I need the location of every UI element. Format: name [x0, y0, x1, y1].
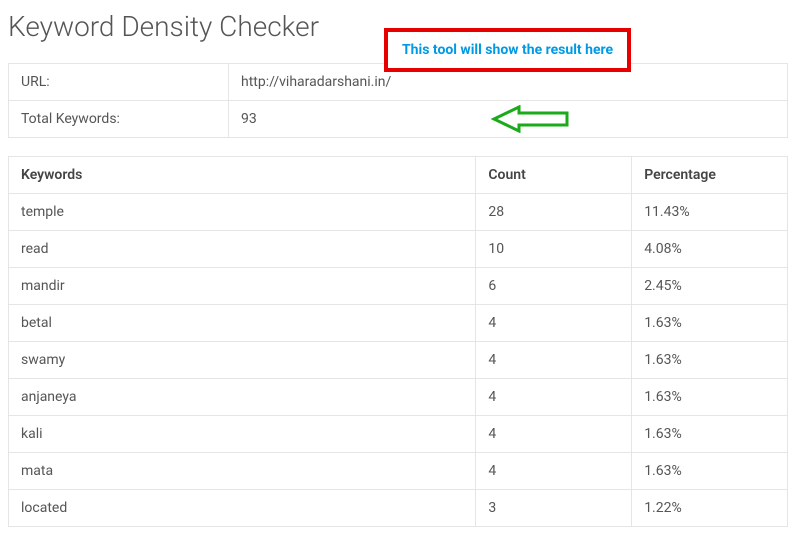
cell-percentage: 4.08% — [632, 231, 788, 268]
cell-count: 6 — [476, 268, 632, 305]
cell-percentage: 1.22% — [632, 490, 788, 527]
cell-percentage: 2.45% — [632, 268, 788, 305]
results-header-row: Keywords Count Percentage — [9, 157, 788, 194]
total-keywords-value: 93 — [241, 111, 257, 127]
total-keywords-label: Total Keywords: — [9, 101, 229, 138]
table-row: mata41.63% — [9, 453, 788, 490]
header-percentage: Percentage — [632, 157, 788, 194]
cell-count: 4 — [476, 342, 632, 379]
annotation-callout: This tool will show the result here — [384, 28, 631, 72]
cell-count: 4 — [476, 416, 632, 453]
results-table: Keywords Count Percentage temple2811.43%… — [8, 156, 788, 527]
cell-keyword: located — [9, 490, 476, 527]
cell-count: 4 — [476, 379, 632, 416]
table-row: temple2811.43% — [9, 194, 788, 231]
url-label: URL: — [9, 64, 229, 101]
cell-count: 3 — [476, 490, 632, 527]
table-row: betal41.63% — [9, 305, 788, 342]
table-row: anjaneya41.63% — [9, 379, 788, 416]
table-row: located31.22% — [9, 490, 788, 527]
table-row: swamy41.63% — [9, 342, 788, 379]
cell-percentage: 1.63% — [632, 342, 788, 379]
cell-keyword: temple — [9, 194, 476, 231]
cell-count: 4 — [476, 453, 632, 490]
summary-row-total: Total Keywords: 93 — [9, 101, 788, 138]
cell-keyword: betal — [9, 305, 476, 342]
cell-keyword: swamy — [9, 342, 476, 379]
table-row: kali41.63% — [9, 416, 788, 453]
cell-count: 28 — [476, 194, 632, 231]
header-keywords: Keywords — [9, 157, 476, 194]
cell-percentage: 1.63% — [632, 416, 788, 453]
header-count: Count — [476, 157, 632, 194]
cell-percentage: 11.43% — [632, 194, 788, 231]
cell-percentage: 1.63% — [632, 453, 788, 490]
cell-count: 10 — [476, 231, 632, 268]
annotation-text: This tool will show the result here — [402, 42, 613, 58]
cell-keyword: mandir — [9, 268, 476, 305]
summary-table: URL: http://viharadarshani.in/ Total Key… — [8, 63, 788, 138]
cell-percentage: 1.63% — [632, 305, 788, 342]
cell-keyword: anjaneya — [9, 379, 476, 416]
cell-keyword: kali — [9, 416, 476, 453]
cell-keyword: read — [9, 231, 476, 268]
table-row: read104.08% — [9, 231, 788, 268]
table-row: mandir62.45% — [9, 268, 788, 305]
cell-percentage: 1.63% — [632, 379, 788, 416]
arrow-left-icon — [489, 105, 569, 133]
cell-count: 4 — [476, 305, 632, 342]
cell-keyword: mata — [9, 453, 476, 490]
page-title: Keyword Density Checker — [8, 10, 319, 43]
